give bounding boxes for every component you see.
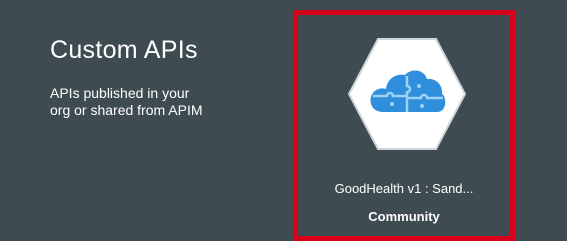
hexagon-frame [347, 38, 467, 150]
description-line-1: APIs published in your [50, 85, 190, 101]
section-title: Custom APIs [50, 36, 198, 64]
description-line-2: org or shared from APIM [50, 102, 203, 118]
api-card-goodhealth[interactable]: GoodHealth v1 : Sand... Community [293, 10, 515, 241]
custom-apis-panel: Custom APIs APIs published in your org o… [0, 0, 567, 241]
api-tier-label: Community [368, 209, 440, 224]
api-hexagon [347, 34, 467, 154]
section-description: APIs published in your org or shared fro… [50, 85, 270, 119]
api-name: GoodHealth v1 : Sand... [334, 181, 474, 196]
